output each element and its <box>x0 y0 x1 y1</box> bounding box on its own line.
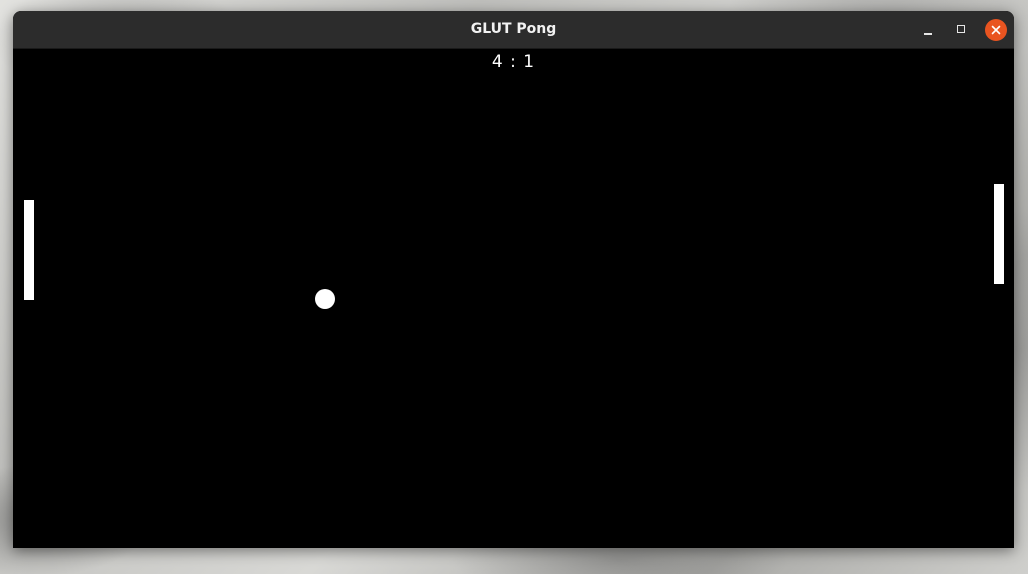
score-display: 4 : 1 <box>491 52 536 72</box>
title-bar[interactable]: GLUT Pong <box>13 11 1014 49</box>
game-canvas[interactable]: 4 : 1 <box>13 49 1014 548</box>
app-window: GLUT Pong 4 : 1 <box>13 11 1014 548</box>
maximize-icon <box>957 25 965 33</box>
right-paddle <box>994 184 1004 284</box>
left-paddle <box>24 200 34 300</box>
maximize-button[interactable] <box>951 19 973 41</box>
minimize-icon <box>924 33 932 35</box>
close-icon <box>991 25 1001 35</box>
window-title: GLUT Pong <box>470 21 557 37</box>
minimize-button[interactable] <box>917 19 939 41</box>
ball <box>315 289 335 309</box>
close-button[interactable] <box>985 19 1007 41</box>
